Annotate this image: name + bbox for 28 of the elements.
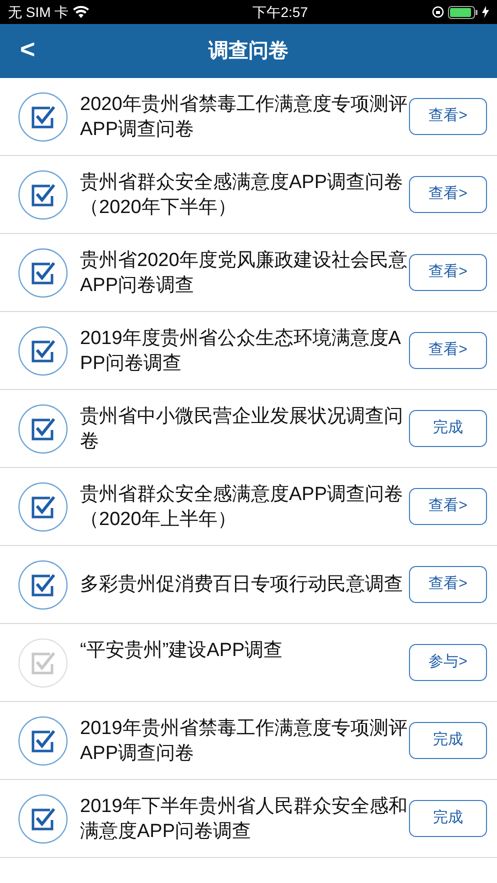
survey-title: 2019年贵州省禁毒工作满意度专项测评APP调查问卷 xyxy=(80,716,408,766)
survey-action-button[interactable]: 查看> xyxy=(409,566,487,603)
survey-title: “平安贵州”建设APP调查 xyxy=(80,639,284,663)
survey-title: 贵州省群众安全感满意度APP调查问卷（2020年上半年） xyxy=(80,482,404,532)
charging-bolt-icon xyxy=(482,6,489,18)
survey-action-button[interactable]: 完成 xyxy=(409,410,487,447)
survey-title: 2019年度贵州省公众生态环境满意度APP问卷调查 xyxy=(80,326,402,376)
survey-title: 贵州省群众安全感满意度APP调查问卷（2020年下半年） xyxy=(80,170,404,220)
clock-time: 下午2:57 xyxy=(252,2,308,22)
survey-title: 2020年贵州省禁毒工作满意度专项测评APP调查问卷 xyxy=(80,92,408,142)
rotation-lock-icon xyxy=(432,6,444,18)
carrier-label: 无 SIM 卡 xyxy=(8,2,69,22)
survey-title: 2019年下半年贵州省人民群众安全感和满意度APP问卷调查 xyxy=(80,794,408,844)
survey-action-button[interactable]: 完成 xyxy=(409,800,487,837)
survey-action-button[interactable]: 查看> xyxy=(409,488,487,525)
battery-icon xyxy=(448,6,478,18)
survey-action-button[interactable]: 查看> xyxy=(409,254,487,291)
back-button[interactable]: < xyxy=(14,34,42,64)
survey-action-button[interactable]: 查看> xyxy=(409,332,487,369)
survey-title: 贵州省中小微民营企业发展状况调查问卷 xyxy=(80,404,404,454)
survey-title: 贵州省2020年度党风廉政建设社会民意APP问卷调查 xyxy=(80,248,408,298)
survey-action-button[interactable]: 查看> xyxy=(409,98,487,135)
page-title: 调查问卷 xyxy=(208,39,288,64)
survey-action-button[interactable]: 完成 xyxy=(409,722,487,759)
wifi-icon xyxy=(72,6,89,18)
survey-action-button[interactable]: 参与> xyxy=(409,644,487,681)
survey-title: 多彩贵州促消费百日专项行动民意调查 xyxy=(80,573,404,597)
survey-action-button[interactable]: 查看> xyxy=(409,176,487,213)
